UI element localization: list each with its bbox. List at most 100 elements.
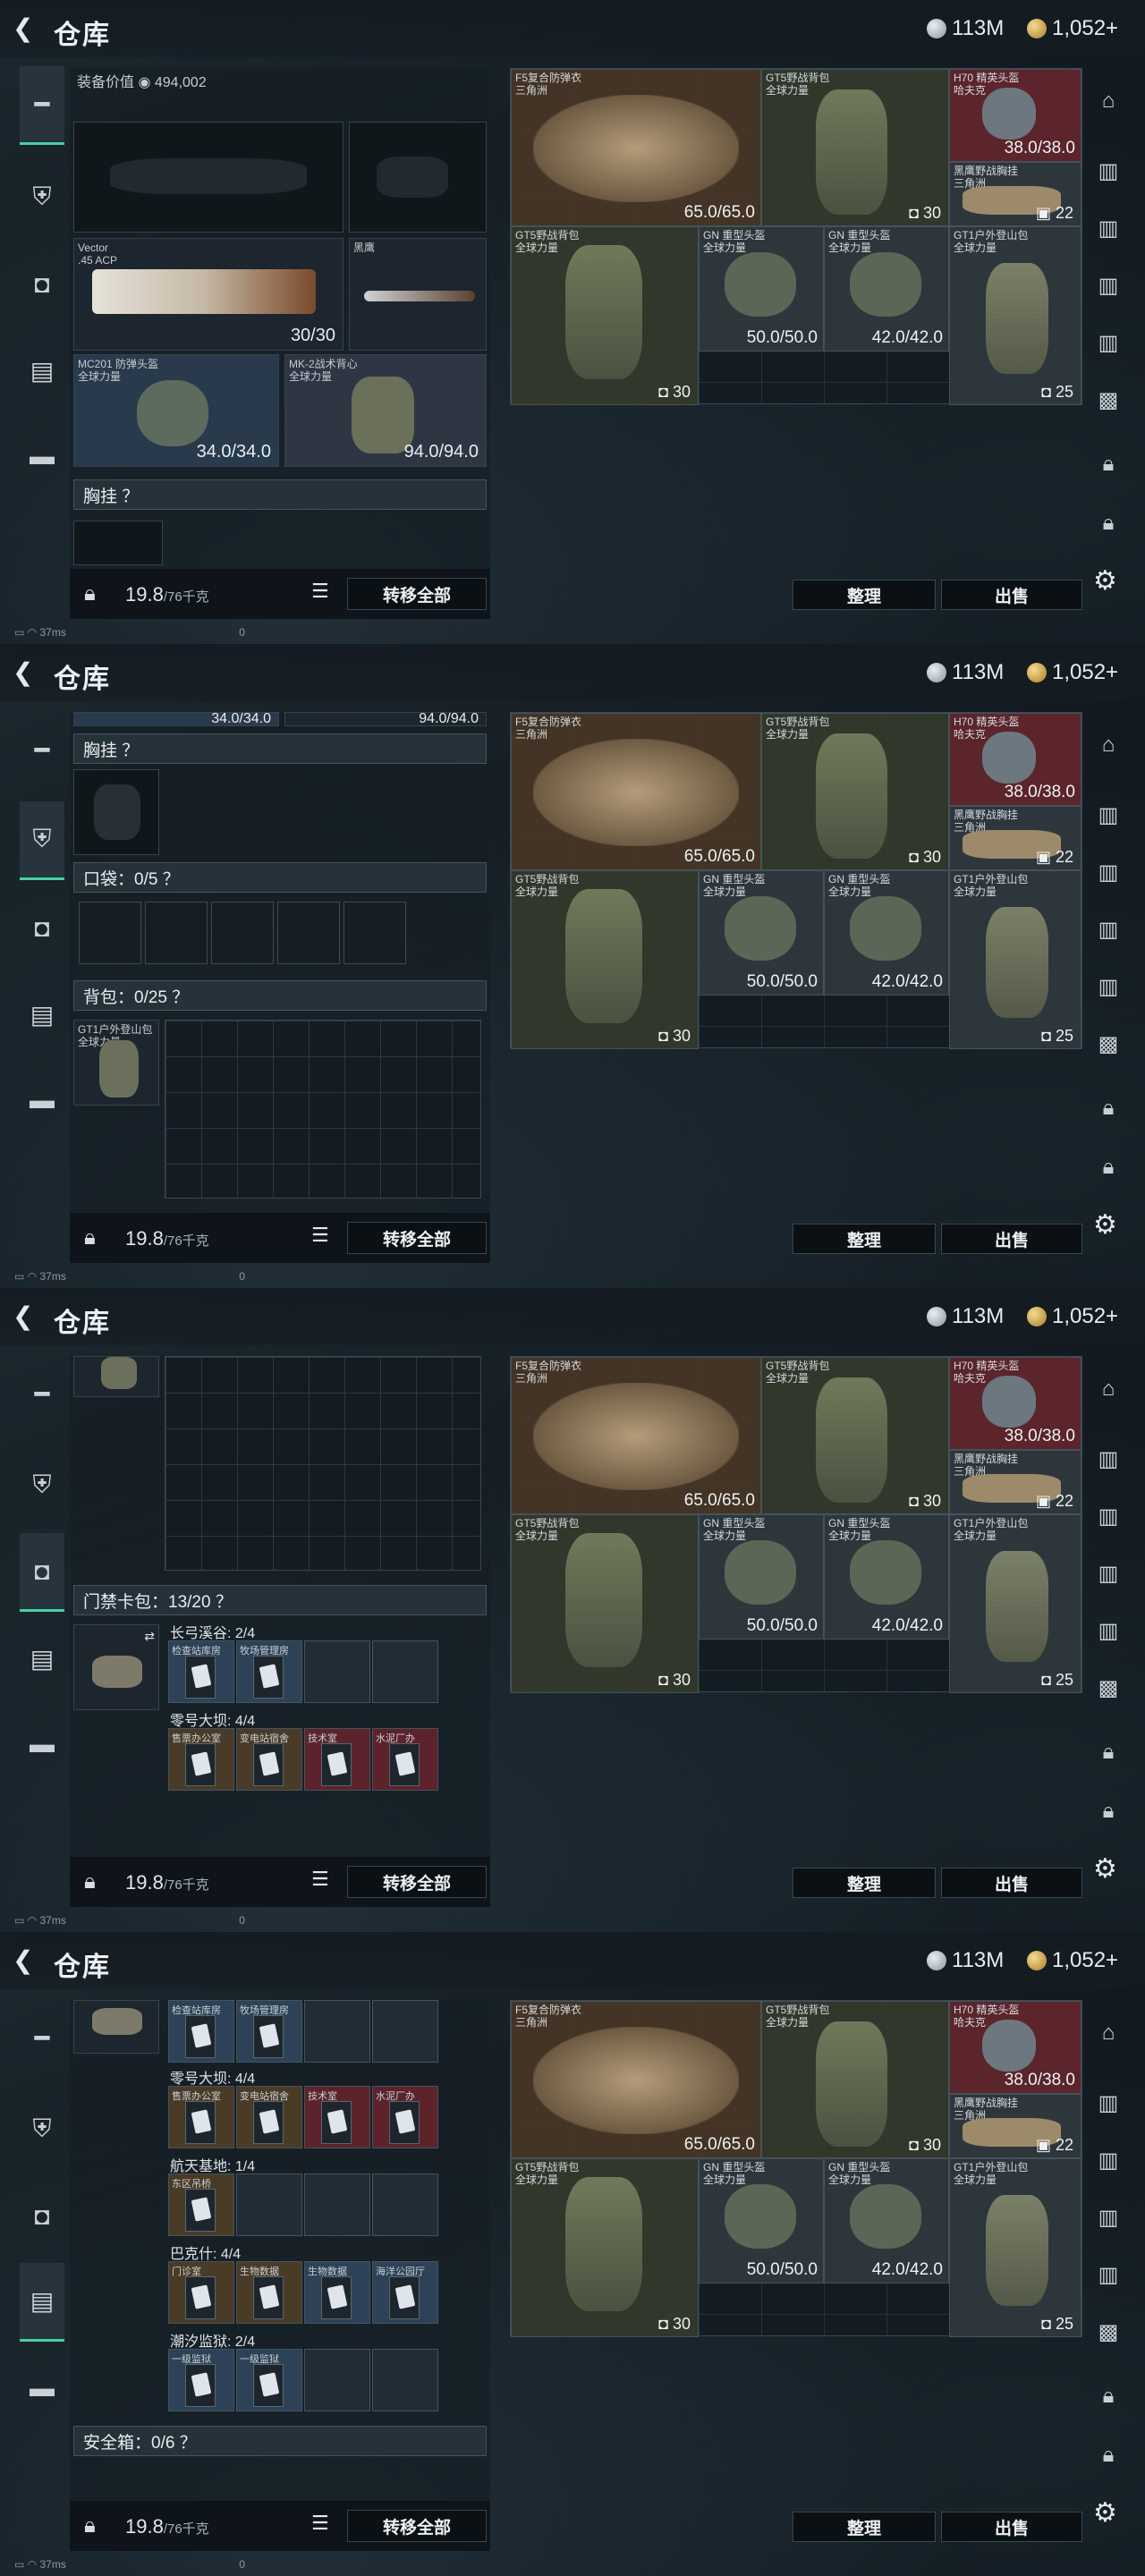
nav-clipboard-icon[interactable]: ▤ [20,975,64,1054]
stash-item-helmet3[interactable]: GN 重型头盔 全球力量 42.0/42.0 [824,226,949,352]
keycard[interactable]: 技术室 [304,1728,370,1791]
pocket-slot[interactable] [79,902,141,964]
nav-toolbox-icon[interactable]: ▬ [20,417,64,496]
transfer-all-button[interactable]: 转移全部 [347,578,487,610]
nav-backpack-icon[interactable]: ◘ [20,245,64,324]
stash-item-helmet2[interactable]: GN 重型头盔 全球力量 50.0/50.0 [699,226,824,352]
stash-item-pack3[interactable]: GT1户外登山包 全球力量 ◘ 25 [949,870,1081,1049]
nav-backpack-icon[interactable]: ◘ [20,889,64,968]
sell-button[interactable]: 出售 [941,1224,1082,1254]
keycard[interactable]: 生物数据 [236,2261,302,2324]
keycard[interactable]: 水泥厂办 [372,2086,438,2148]
keycard-empty[interactable] [236,2174,302,2236]
stash-item-pack2[interactable]: GT5野战背包 全球力量 ◘ 30 [511,226,699,405]
stash-page-5-icon[interactable]: ▩ [1088,379,1129,420]
keycard[interactable]: 技术室 [304,2086,370,2148]
list-icon[interactable]: ☰ [311,1224,338,1250]
keycard[interactable]: 售票办公室 [168,2086,234,2148]
stash-item-helmet3[interactable]: GN 重型头盔 全球力量 42.0/42.0 [824,2158,949,2284]
nav-clipboard-icon[interactable]: ▤ [20,2263,64,2342]
warehouse-icon[interactable]: ⌂ [1088,2012,1129,2054]
keycard[interactable]: 变电站宿舍 [236,1728,302,1791]
keycard[interactable]: 一级监狱 [168,2349,234,2411]
sort-button[interactable]: 整理 [793,2512,936,2542]
stash-lock-icon[interactable]: 🔒︎ [1088,444,1129,485]
stash-item-pack3[interactable]: GT1户外登山包 全球力量 ◘ 25 [949,2158,1081,2337]
stash-page-3-icon[interactable]: ▥ [1088,1553,1129,1594]
keycard[interactable]: 生物数据 [304,2261,370,2324]
nav-gun-icon[interactable]: ━ [20,1998,64,2077]
nav-clipboard-icon[interactable]: ▤ [20,331,64,410]
primary-weapon-empty-slot[interactable] [73,122,344,233]
stash-item-chestrig[interactable]: 黑鹰野战胸挂 三角洲 ▣ 22 [949,2094,1081,2158]
back-arrow-icon[interactable]: ❮ [13,1946,41,1975]
stash-item-helmet[interactable]: H70 精英头盔 哈夫克 38.0/38.0 [949,713,1081,806]
nav-toolbox-icon[interactable]: ▬ [20,2349,64,2428]
stash-lock-icon[interactable]: 🔒︎ [1088,2435,1129,2476]
safebox-section[interactable]: 安全箱：0/6 ？ [73,2426,487,2456]
keycard-section[interactable]: 门禁卡包：13/20 ？ [73,1585,487,1615]
sell-button[interactable]: 出售 [941,580,1082,610]
nav-toolbox-icon[interactable]: ▬ [20,1705,64,1784]
nav-backpack-icon[interactable]: ◘ [20,2177,64,2256]
lock-icon[interactable]: 🔒︎ [84,1869,96,1894]
nav-armor-icon[interactable]: ⛨ [20,157,64,236]
nav-gun-icon[interactable]: ━ [20,710,64,789]
stash-item-helmet2[interactable]: GN 重型头盔 全球力量 50.0/50.0 [699,2158,824,2284]
keycard[interactable]: 东区吊桥 [168,2174,234,2236]
nav-armor-icon[interactable]: ⛨ [20,1445,64,1524]
keycard[interactable]: 变电站宿舍 [236,2086,302,2148]
keycard[interactable]: 一级监狱 [236,2349,302,2411]
stash-item-chestrig[interactable]: 黑鹰野战胸挂 三角洲 ▣ 22 [949,806,1081,870]
stash-item-armor[interactable]: F5复合防弹衣 三角洲 65.0/65.0 [511,69,761,226]
stash-item-pack2[interactable]: GT5野战背包 全球力量 ◘ 30 [511,870,699,1049]
nav-clipboard-icon[interactable]: ▤ [20,1619,64,1698]
list-icon[interactable]: ☰ [311,2512,338,2538]
back-arrow-icon[interactable]: ❮ [13,14,41,43]
back-arrow-icon[interactable]: ❮ [13,1302,41,1331]
stash-item-armor[interactable]: F5复合防弹衣 三角洲 65.0/65.0 [511,2001,761,2158]
stash-page-1-icon[interactable]: ▥ [1088,2082,1129,2123]
helmet-slot[interactable]: 34.0/34.0 [73,712,279,726]
gold-currency[interactable]: 1,052+ [1027,660,1118,685]
keycard[interactable]: 门诊室 [168,2261,234,2324]
warehouse-icon[interactable]: ⌂ [1088,724,1129,766]
gear-icon[interactable]: ⚙ [1093,1209,1129,1245]
transfer-all-button[interactable]: 转移全部 [347,1866,487,1898]
stash-page-2-icon[interactable]: ▥ [1088,208,1129,249]
gear-icon[interactable]: ⚙ [1093,2497,1129,2533]
transfer-all-button[interactable]: 转移全部 [347,2510,487,2542]
list-icon[interactable]: ☰ [311,1868,338,1894]
stash-item-helmet3[interactable]: GN 重型头盔 全球力量 42.0/42.0 [824,870,949,996]
keycard-case-slot[interactable]: ⇄ [73,1624,159,1710]
stash-item-helmet2[interactable]: GN 重型头盔 全球力量 50.0/50.0 [699,1514,824,1640]
sell-button[interactable]: 出售 [941,1868,1082,1898]
pocket-slot[interactable] [344,902,406,964]
gear-icon[interactable]: ⚙ [1093,565,1129,601]
stash-page-2-icon[interactable]: ▥ [1088,852,1129,893]
chest-rig-empty-slot[interactable] [73,769,159,855]
stash-item-pack2[interactable]: GT5野战背包 全球力量 ◘ 30 [511,2158,699,2337]
keycard-empty[interactable] [304,2349,370,2411]
keycard[interactable]: 水泥厂办 [372,1728,438,1791]
stash-lock-icon[interactable]: 🔒︎ [1088,503,1129,544]
primary-weapon-slot[interactable]: Vector .45 ACP 30/30 [73,238,344,351]
gear-icon[interactable]: ⚙ [1093,1853,1129,1889]
stash-item-pack[interactable]: GT5野战背包 全球力量 ◘ 30 [761,69,949,226]
keycard-empty[interactable] [372,2349,438,2411]
armor-slot[interactable]: MK-2战术背心 全球力量 94.0/94.0 [284,354,487,467]
list-icon[interactable]: ☰ [311,580,338,606]
keycard[interactable]: 牧场管理房 [236,2000,302,2063]
gold-currency[interactable]: 1,052+ [1027,16,1118,41]
stash-page-4-icon[interactable]: ▥ [1088,966,1129,1007]
stash-page-4-icon[interactable]: ▥ [1088,2254,1129,2295]
keycard-empty[interactable] [372,2000,438,2063]
keycard-empty[interactable] [372,1640,438,1703]
stash-item-armor[interactable]: F5复合防弹衣 三角洲 65.0/65.0 [511,1357,761,1514]
warehouse-icon[interactable]: ⌂ [1088,1368,1129,1410]
helmet-slot[interactable]: MC201 防弹头盔 全球力量 34.0/34.0 [73,354,279,467]
stash-page-5-icon[interactable]: ▩ [1088,1667,1129,1708]
backpack-slot[interactable]: GT1户外登山包 全球力量 [73,1020,159,1106]
keycard-empty[interactable] [304,2000,370,2063]
stash-item-helmet[interactable]: H70 精英头盔 哈夫克 38.0/38.0 [949,2001,1081,2094]
